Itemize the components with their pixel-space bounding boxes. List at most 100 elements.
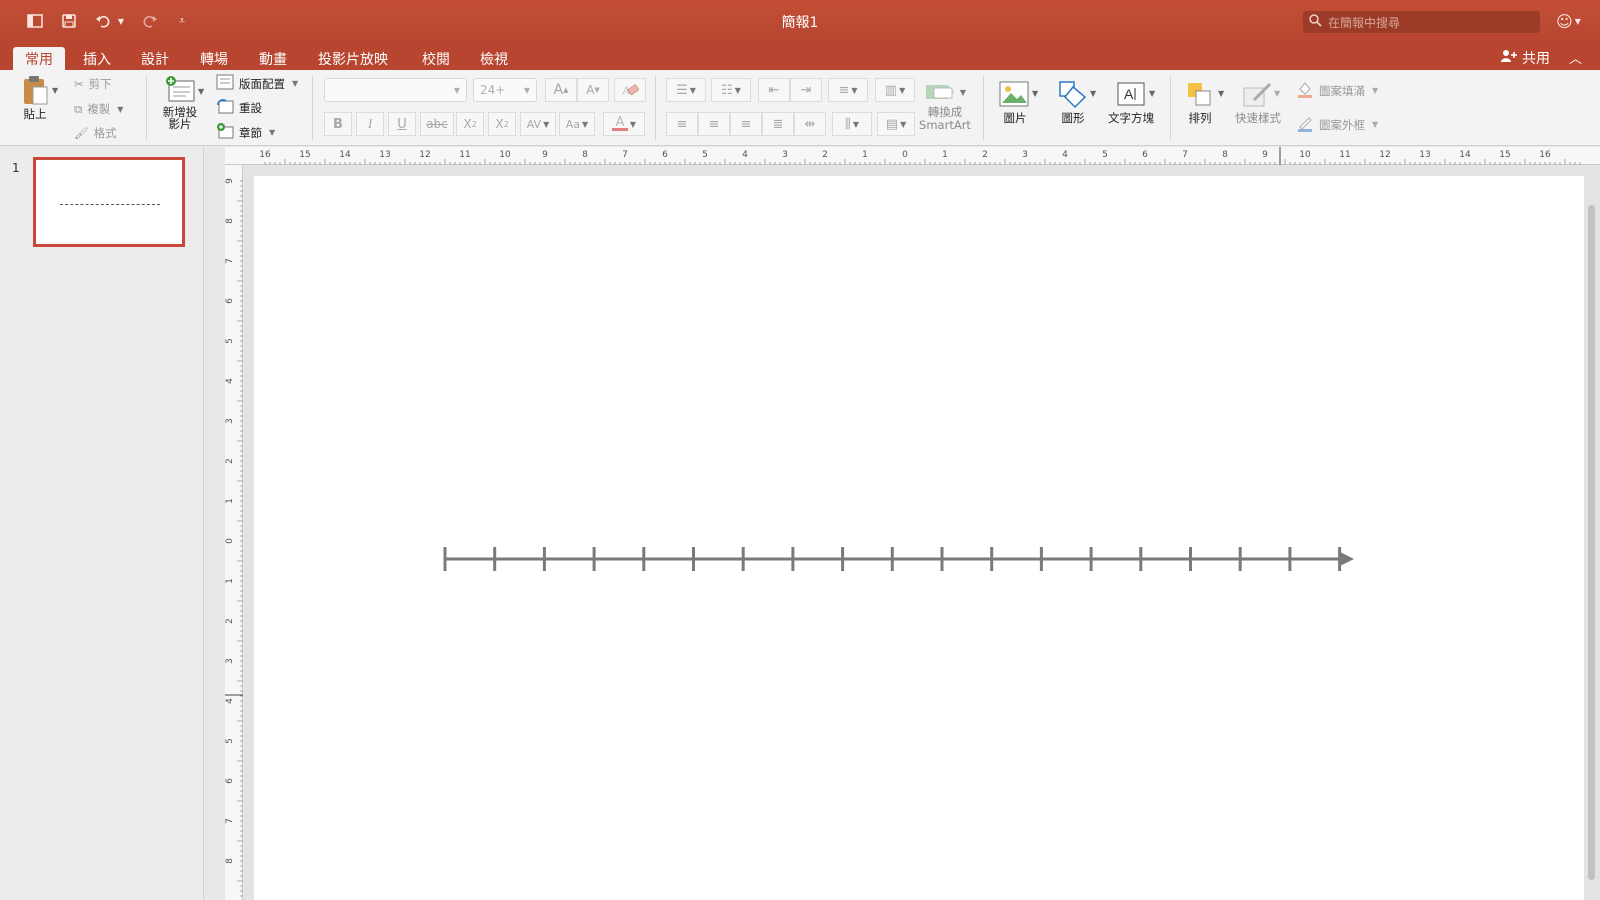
add-person-icon [1500,49,1518,67]
tab-slideshow[interactable]: 投影片放映 [306,47,400,70]
shape-outline-button[interactable]: 圖案外框 ▼ [1296,114,1378,135]
slide-number: 1 [12,161,20,175]
tab-insert[interactable]: 插入 [71,47,123,70]
bold-icon[interactable]: B [324,112,352,136]
numbering-icon[interactable]: ☷ ▼ [711,78,751,102]
clear-formatting-icon[interactable]: A [614,78,646,102]
ruler-label: 0 [225,538,235,544]
tab-transitions[interactable]: 轉場 [188,47,240,70]
reset-label: 重設 [239,100,262,115]
redo-icon[interactable] [139,10,161,32]
tab-review[interactable]: 校閱 [410,47,462,70]
picture-label: 圖片 [1003,111,1027,125]
justify-icon[interactable]: ≣ [762,112,794,136]
slide-thumbnail[interactable] [33,157,185,247]
customize-icon[interactable]: ⩡ [174,10,190,32]
slide-canvas[interactable] [254,176,1584,900]
shape-dropdown-icon[interactable]: ▼ [1090,89,1096,98]
distributed-icon[interactable]: ⇹ [794,112,826,136]
quick-styles-dropdown-icon[interactable]: ▼ [1274,89,1280,98]
ruler-label: 5 [225,338,235,344]
picture-dropdown-icon[interactable]: ▼ [1032,89,1038,98]
font-size-dropdown[interactable]: 24+ ▼ [473,78,537,102]
text-direction-icon[interactable]: ⫼ ▼ [832,112,872,136]
tab-design[interactable]: 設計 [129,47,181,70]
cut-button[interactable]: ✂ 剪下 [74,76,112,92]
vertical-scrollbar[interactable] [1588,205,1595,880]
section-button[interactable]: 章節 ▼ [216,123,275,142]
textbox-dropdown-icon[interactable]: ▼ [1149,89,1155,98]
grow-font-icon[interactable]: A ▲ [545,78,577,102]
ruler-label: 16 [259,150,271,160]
ruler-label: 3 [1022,150,1028,160]
font-name-dropdown[interactable]: ▼ [324,78,467,102]
paste-button[interactable]: 貼上 [14,74,56,122]
shape-button[interactable]: 圖形 [1052,78,1094,126]
ruler-label: 2 [225,458,235,464]
decrease-indent-icon[interactable]: ⇤ [758,78,790,102]
copy-button[interactable]: ⧉ 複製 ▼ [74,101,123,117]
tab-animations[interactable]: 動畫 [247,47,299,70]
ribbon-divider [1170,76,1171,140]
share-button[interactable]: 共用 [1500,48,1550,68]
quick-styles-button[interactable]: 快速樣式 [1232,78,1284,126]
strikethrough-icon[interactable]: abc [420,112,454,136]
layout-button[interactable]: 版面配置 ▼ [216,74,298,93]
convert-smartart-button[interactable]: ▼ 轉換成 SmartArt [918,78,972,132]
vertical-ruler[interactable]: 9 8 7 6 5 4 3 2 1 0 1 2 3 4 5 6 7 8 [225,165,243,900]
increase-indent-icon[interactable]: ⇥ [790,78,822,102]
italic-icon[interactable]: I [356,112,384,136]
line-spacing-icon[interactable]: ≡ ▼ [828,78,868,102]
paste-label: 貼上 [23,107,47,121]
align-text-icon[interactable]: ▤ ▼ [877,112,915,136]
font-color-icon[interactable]: A ▼ [603,112,645,136]
svg-text:A: A [1124,86,1134,102]
new-slide-button[interactable]: 新增投影片 [158,74,202,130]
ruler-label: 9 [225,178,235,184]
align-right-icon[interactable]: ≡ [730,112,762,136]
picture-icon [998,78,1032,110]
feedback-smiley-icon[interactable]: ☺ ▼ [1556,10,1592,32]
ruler-label: 12 [1379,150,1390,160]
shrink-font-icon[interactable]: A ▼ [577,78,609,102]
subscript-icon[interactable]: X2 [488,112,516,136]
change-case-icon[interactable]: Aa ▼ [559,112,595,136]
ruler-label: 16 [1539,150,1551,160]
smartart-icon: ▼ [924,78,966,106]
format-painter-button[interactable]: 🖌 格式 [74,125,117,141]
undo-dropdown-icon[interactable]: ▼ [116,10,126,32]
bullets-icon[interactable]: ☰ ▼ [666,78,706,102]
new-slide-dropdown-icon[interactable]: ▼ [198,87,204,96]
ruler-label: 8 [225,218,235,224]
arrange-dropdown-icon[interactable]: ▼ [1218,89,1224,98]
superscript-icon[interactable]: X2 [456,112,484,136]
paste-dropdown-icon[interactable]: ▼ [52,86,58,95]
reset-button[interactable]: 重設 [216,98,262,117]
tab-view[interactable]: 檢視 [468,47,520,70]
sidebar-toggle-icon[interactable] [24,10,46,32]
textbox-button[interactable]: A 文字方塊 [1105,78,1157,126]
tab-home[interactable]: 常用 [13,47,65,70]
ruler-label: 14 [1459,150,1471,160]
ruler-label: 7 [225,818,235,824]
ruler-label: 1 [862,150,868,160]
clipboard-icon [18,74,52,106]
search-icon [1309,14,1322,30]
align-center-icon[interactable]: ≡ [698,112,730,136]
align-left-icon[interactable]: ≡ [666,112,698,136]
columns-icon[interactable]: ▥ ▼ [875,78,915,102]
undo-icon[interactable] [92,10,114,32]
character-spacing-icon[interactable]: AV ▼ [520,112,556,136]
horizontal-ruler[interactable]: 16 15 14 13 12 11 10 9 8 7 6 5 4 3 2 1 0 1 2 3 4 5 6 7 8 9 10 11 12 1… [225,147,1600,165]
underline-icon[interactable]: U [388,112,416,136]
ruler-label: 10 [499,150,511,160]
save-icon[interactable] [58,10,80,32]
number-line[interactable] [254,176,1584,900]
collapse-ribbon-icon[interactable]: ︿ [1569,48,1582,67]
arrange-button[interactable]: 排列 [1178,78,1222,126]
ruler-label: 9 [542,150,548,160]
ruler-label: 6 [225,298,235,304]
shape-fill-button[interactable]: 圖案填滿 ▼ [1296,80,1378,101]
search-input[interactable]: 在簡報中搜尋 [1303,11,1540,33]
picture-button[interactable]: 圖片 [994,78,1036,126]
